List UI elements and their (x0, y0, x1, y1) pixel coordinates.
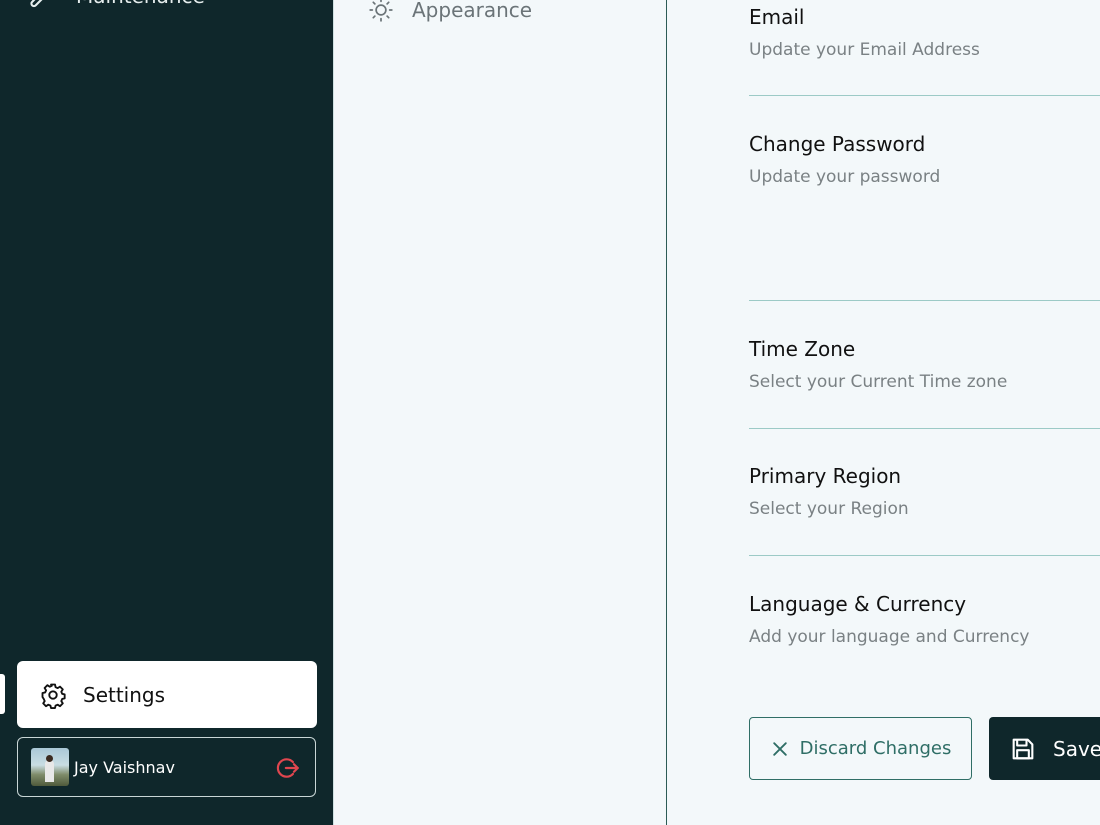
section-primary-region: Primary Region Select your Region (749, 464, 1100, 519)
avatar (31, 748, 69, 786)
section-description: Update your password (749, 167, 941, 187)
wrench-icon (30, 0, 43, 8)
logout-icon[interactable] (275, 755, 301, 781)
settings-nav: Appearance (333, 0, 667, 825)
section-description: Select your Region (749, 499, 909, 519)
save-label: Save (1053, 736, 1100, 761)
section-title: Change Password (749, 132, 926, 156)
section-title: Email (749, 5, 805, 29)
discard-label: Discard Changes (799, 738, 952, 759)
divider (749, 428, 1100, 429)
settings-label: Settings (83, 682, 166, 707)
active-indicator (0, 674, 5, 714)
section-description: Add your language and Currency (749, 627, 1030, 647)
save-button[interactable]: Save (989, 717, 1100, 780)
section-email: Email Update your Email Address (749, 5, 1100, 60)
save-icon (1012, 738, 1034, 759)
sidebar-item-settings[interactable]: Settings (17, 661, 317, 728)
sidebar: Maintenance Settings Jay Vaishnav (0, 0, 333, 825)
divider (749, 95, 1100, 96)
nav-item-appearance[interactable]: Appearance (368, 0, 532, 24)
close-icon (772, 741, 787, 756)
sun-icon (369, 0, 393, 22)
discard-changes-button[interactable]: Discard Changes (749, 717, 972, 780)
user-name: Jay Vaishnav (74, 757, 175, 777)
section-language-currency: Language & Currency Add your language an… (749, 592, 1100, 647)
section-change-password: Change Password Update your password (749, 132, 1100, 187)
section-title: Language & Currency (749, 592, 967, 616)
settings-content: Email Update your Email Address Change P… (667, 0, 1100, 825)
sidebar-item-maintenance[interactable]: Maintenance (24, 0, 205, 8)
section-time-zone: Time Zone Select your Current Time zone (749, 337, 1100, 392)
user-card[interactable]: Jay Vaishnav (17, 737, 316, 797)
nav-item-label: Appearance (412, 0, 533, 22)
section-description: Select your Current Time zone (749, 372, 1008, 392)
divider (749, 300, 1100, 301)
divider (749, 555, 1100, 556)
sidebar-item-label: Maintenance (76, 0, 205, 8)
section-title: Primary Region (749, 464, 902, 488)
section-title: Time Zone (749, 337, 856, 361)
section-description: Update your Email Address (749, 40, 980, 60)
gear-icon (41, 683, 66, 709)
